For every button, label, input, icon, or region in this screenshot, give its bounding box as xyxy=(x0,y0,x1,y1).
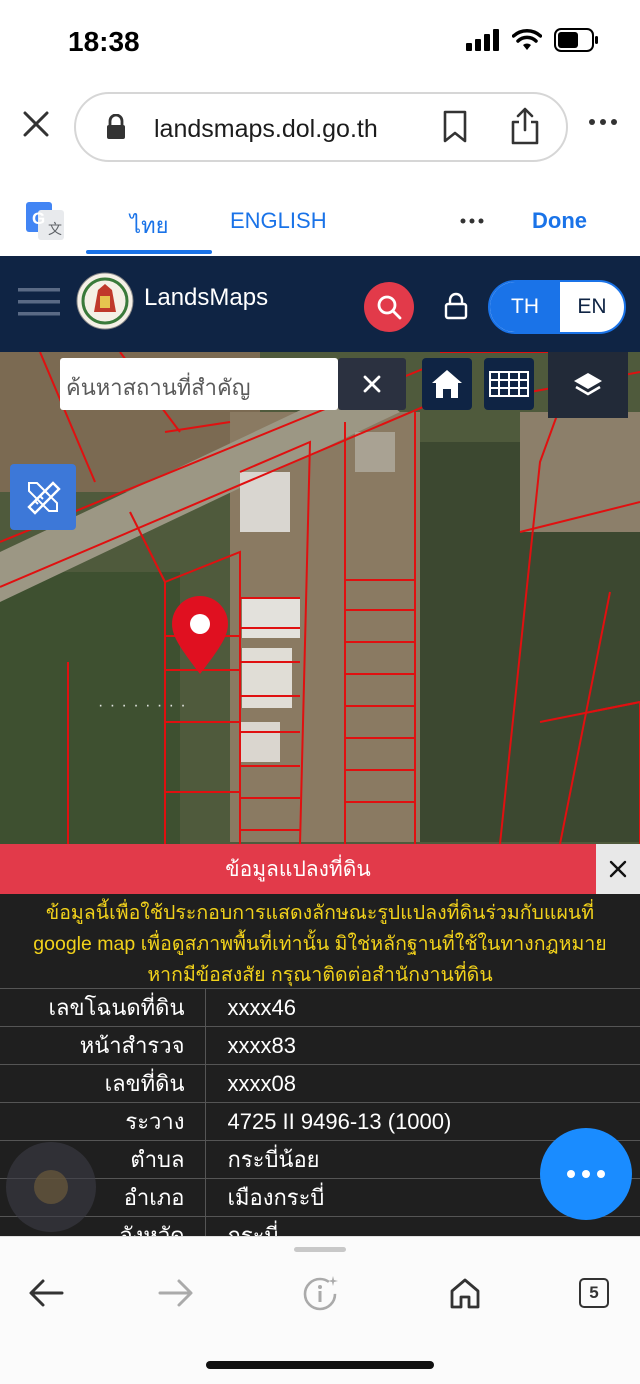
notice-line: google map เพื่อดูสภาพพื้นที่เท่านั้น มิ… xyxy=(33,933,607,955)
home-indicator xyxy=(206,1361,434,1369)
page-info-button[interactable] xyxy=(298,1271,342,1315)
lock-icon xyxy=(107,114,125,139)
more-options-icon[interactable] xyxy=(588,118,618,126)
notice-line: ข้อมูลนี้เพื่อใช้ประกอบการแสดงลักษณะรูปแ… xyxy=(45,902,595,924)
svg-text:G: G xyxy=(32,209,45,228)
more-actions-fab[interactable] xyxy=(540,1128,632,1220)
satellite-imagery xyxy=(0,352,640,844)
home-map-button[interactable] xyxy=(422,358,472,410)
tab-count: 5 xyxy=(579,1278,609,1308)
tab-thai[interactable]: ไทย xyxy=(130,208,168,243)
landmark-search-input[interactable]: ค้นหาสถานที่สำคัญ xyxy=(60,358,338,410)
notice-line: หากมีข้อสงสัย กรุณาติดต่อสำนักงานที่ดิน xyxy=(147,964,493,986)
bookmark-icon[interactable] xyxy=(442,110,468,144)
forward-button[interactable] xyxy=(154,1271,198,1315)
sheet-handle[interactable] xyxy=(294,1247,346,1252)
panel-title: ข้อมูลแปลงที่ดิน xyxy=(0,844,596,894)
browser-url-row: landsmaps.dol.go.th xyxy=(0,84,640,174)
svg-text:文: 文 xyxy=(48,222,62,238)
cellular-signal-icon xyxy=(466,29,499,51)
ruler-pencil-icon xyxy=(27,481,61,515)
arrow-left-icon xyxy=(29,1279,64,1307)
row-label: เลขที่ดิน xyxy=(0,1064,206,1103)
department-of-lands-logo xyxy=(76,272,134,330)
row-value: xxxx83 xyxy=(205,1026,640,1065)
home-icon xyxy=(450,1278,480,1309)
grid-button[interactable] xyxy=(484,358,534,410)
search-icon xyxy=(377,295,402,320)
lang-th-option[interactable]: TH xyxy=(490,282,560,332)
fab-dot xyxy=(567,1170,575,1178)
app-header: LandsMaps TH EN xyxy=(0,256,640,352)
row-label: ระวาง xyxy=(0,1102,206,1141)
clear-search-button[interactable] xyxy=(338,358,406,410)
search-button[interactable] xyxy=(364,282,414,332)
info-icon xyxy=(34,1170,68,1204)
map-view[interactable]: ค้นหาสถานที่สำคัญ · · · · · · · · xyxy=(0,352,640,844)
row-label: เลขโฉนดที่ดิน xyxy=(0,988,206,1027)
row-value: xxxx46 xyxy=(205,988,640,1027)
parcel-number-label: · · · · · · · · xyxy=(98,697,187,714)
active-tab-indicator xyxy=(86,250,212,254)
fab-dot xyxy=(582,1170,590,1178)
app-brand: LandsMaps xyxy=(144,284,269,311)
translate-bar: G 文 ไทย ENGLISH Done xyxy=(0,190,640,256)
measure-tool-button[interactable] xyxy=(10,464,76,530)
status-icons xyxy=(466,28,600,52)
back-button[interactable] xyxy=(24,1271,68,1315)
url-bar[interactable]: landsmaps.dol.go.th xyxy=(74,92,568,162)
disclaimer-notice: ข้อมูลนี้เพื่อใช้ประกอบการแสดงลักษณะรูปแ… xyxy=(0,898,640,991)
lang-en-option[interactable]: EN xyxy=(560,282,624,332)
table-row: เลขที่ดิน xxxx08 xyxy=(0,1064,640,1103)
status-time: 18:38 xyxy=(68,26,140,57)
hamburger-menu-icon[interactable] xyxy=(18,286,60,318)
tab-english[interactable]: ENGLISH xyxy=(230,208,327,234)
done-button[interactable]: Done xyxy=(532,208,587,234)
arrow-right-icon xyxy=(158,1279,193,1307)
info-sparkle-icon xyxy=(303,1276,338,1311)
table-row: หน้าสำรวจ xxxx83 xyxy=(0,1026,640,1065)
table-row: ระวาง 4725 II 9496-13 (1000) xyxy=(0,1102,640,1141)
close-icon xyxy=(609,860,627,878)
wifi-icon xyxy=(512,29,542,50)
row-value: xxxx08 xyxy=(205,1064,640,1103)
url-text: landsmaps.dol.go.th xyxy=(154,115,378,143)
info-floating-button[interactable] xyxy=(6,1142,96,1232)
table-row: เลขโฉนดที่ดิน xxxx46 xyxy=(0,988,640,1027)
panel-close-button[interactable] xyxy=(596,844,640,894)
layers-button[interactable] xyxy=(548,352,628,418)
home-button[interactable] xyxy=(443,1271,487,1315)
grid-icon xyxy=(489,371,529,397)
row-label: หน้าสำรวจ xyxy=(0,1026,206,1065)
close-icon[interactable] xyxy=(20,108,52,140)
close-icon xyxy=(363,375,381,393)
language-toggle[interactable]: TH EN xyxy=(488,280,626,334)
google-translate-icon: G 文 xyxy=(26,202,64,240)
battery-icon xyxy=(554,28,598,52)
status-bar: 18:38 xyxy=(0,0,640,84)
share-icon[interactable] xyxy=(510,106,540,146)
layers-icon xyxy=(574,373,602,396)
parcel-info-table: เลขโฉนดที่ดิน xxxx46 หน้าสำรวจ xxxx83 เลขท… xyxy=(0,988,640,1236)
tabs-button[interactable]: 5 xyxy=(572,1271,616,1315)
lock-icon[interactable] xyxy=(444,292,468,320)
row-value: กระบี่ xyxy=(205,1216,640,1236)
translate-more-icon[interactable] xyxy=(460,218,484,224)
fab-dot xyxy=(597,1170,605,1178)
browser-toolbar: 5 xyxy=(0,1236,640,1384)
home-icon xyxy=(432,370,462,398)
table-row: จังหวัด กระบี่ xyxy=(0,1216,640,1236)
